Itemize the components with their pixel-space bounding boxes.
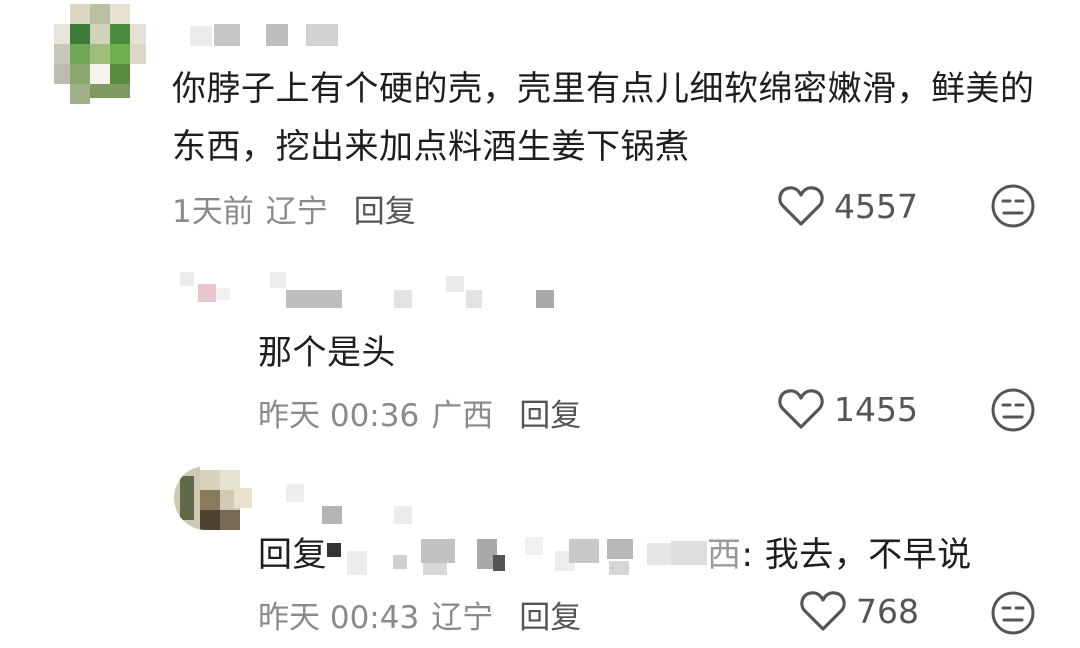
heart-outline-icon	[778, 186, 824, 226]
like-button[interactable]: 1455	[778, 388, 918, 430]
comment-location: 辽宁	[265, 194, 328, 230]
dislike-button[interactable]	[990, 183, 1036, 233]
comment-location: 辽宁	[431, 600, 494, 636]
reply-button[interactable]: 回复	[519, 600, 581, 636]
reply-button[interactable]: 回复	[354, 194, 416, 230]
avatar[interactable]	[174, 466, 252, 530]
like-count: 1455	[834, 389, 918, 429]
comment-meta: 昨天 00:43 辽宁 回复	[258, 592, 581, 637]
username-blurred[interactable]	[270, 272, 570, 308]
meh-face-icon	[991, 184, 1035, 228]
meh-face-icon	[991, 388, 1035, 432]
like-button[interactable]: 768	[800, 590, 919, 632]
heart-outline-icon	[778, 389, 824, 429]
reply-target-tail: 西	[707, 535, 742, 575]
comment-text: 回复 西: 我去，不早说	[258, 526, 1018, 584]
username-blurred[interactable]	[286, 484, 426, 524]
comment-location: 广西	[431, 398, 494, 434]
avatar[interactable]	[54, 4, 146, 104]
avatar[interactable]	[180, 270, 240, 310]
dislike-button[interactable]	[990, 590, 1036, 640]
reply-text: : 我去，不早说	[741, 535, 972, 575]
like-count: 768	[856, 591, 919, 631]
username-blurred[interactable]	[190, 22, 350, 52]
comment-meta: 昨天 00:36 广西 回复	[258, 390, 581, 435]
reply-prefix: 回复	[258, 535, 327, 575]
comment-text: 那个是头	[258, 333, 396, 373]
like-count: 4557	[834, 186, 918, 226]
comment-meta: 1天前 辽宁 回复	[172, 186, 416, 231]
reply-target-blurred[interactable]	[327, 536, 707, 577]
comment-time: 昨天 00:43	[258, 600, 420, 636]
dislike-button[interactable]	[990, 387, 1036, 437]
reply-button[interactable]: 回复	[519, 398, 581, 434]
comment-3: 回复 西: 我去，不早说 昨天 00:43 辽宁 回复 768	[0, 440, 1080, 648]
comment-time: 昨天 00:36	[258, 398, 420, 434]
comment-text: 你脖子上有个硬的壳，壳里有点儿细软绵密嫩滑，鲜美的东西，挖出来加点料酒生姜下锅煮	[172, 69, 1035, 167]
like-button[interactable]: 4557	[778, 185, 918, 227]
comment-time: 1天前	[172, 194, 254, 230]
comment-2: 那个是头 昨天 00:36 广西 回复 1455	[0, 240, 1080, 440]
meh-face-icon	[991, 591, 1035, 635]
comment-1: 你脖子上有个硬的壳，壳里有点儿细软绵密嫩滑，鲜美的东西，挖出来加点料酒生姜下锅煮…	[0, 0, 1080, 240]
heart-outline-icon	[800, 591, 846, 631]
